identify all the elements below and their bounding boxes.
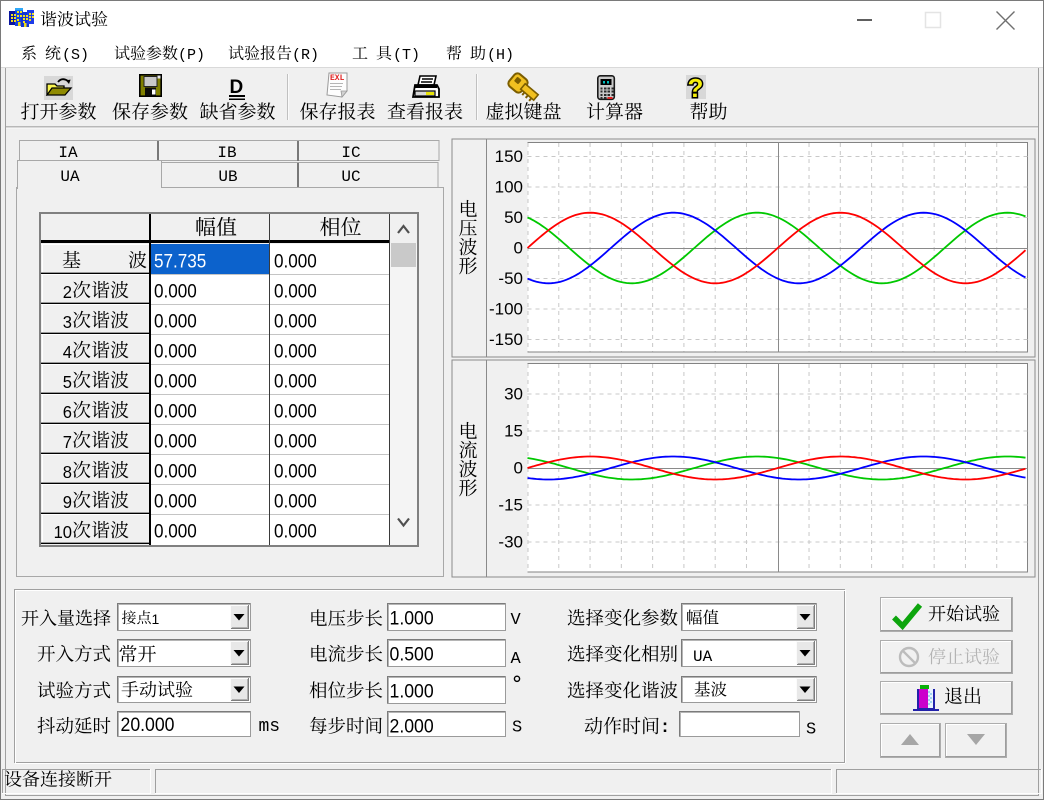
svg-text:7: 7 — [63, 431, 72, 452]
svg-text::: : — [662, 716, 668, 736]
svg-text:0.000: 0.000 — [154, 311, 197, 332]
svg-text:0: 0 — [514, 239, 523, 258]
svg-text:0.000: 0.000 — [154, 371, 197, 392]
svg-text:UB: UB — [218, 168, 237, 186]
svg-text:8: 8 — [63, 461, 72, 482]
svg-text:20.000: 20.000 — [121, 713, 175, 735]
svg-text:0.000: 0.000 — [154, 341, 197, 362]
svg-text:IB: IB — [217, 144, 236, 162]
svg-text:4: 4 — [63, 341, 73, 362]
svg-text:-30: -30 — [498, 533, 523, 552]
svg-text:0.000: 0.000 — [154, 431, 197, 452]
svg-text:UA: UA — [693, 648, 713, 666]
svg-text:0.000: 0.000 — [274, 341, 317, 362]
svg-text:ms: ms — [259, 717, 281, 737]
svg-text:0.000: 0.000 — [274, 281, 317, 302]
svg-text:150: 150 — [495, 147, 523, 166]
svg-text:0.000: 0.000 — [274, 401, 317, 422]
svg-text:9: 9 — [63, 491, 72, 512]
svg-text:IA: IA — [58, 144, 78, 162]
svg-text:0.000: 0.000 — [154, 521, 197, 542]
svg-text:-15: -15 — [498, 496, 523, 515]
svg-text:0.000: 0.000 — [154, 461, 197, 482]
svg-text:10: 10 — [54, 521, 72, 542]
svg-text:30: 30 — [504, 385, 523, 404]
svg-text:1.000: 1.000 — [390, 607, 434, 629]
svg-text:(S): (S) — [62, 47, 89, 64]
svg-text:(T): (T) — [393, 47, 420, 64]
svg-text:0.000: 0.000 — [274, 251, 317, 272]
svg-text:(R): (R) — [292, 47, 319, 64]
svg-text:V: V — [511, 611, 522, 630]
svg-text:0.000: 0.000 — [274, 521, 317, 542]
svg-text:2: 2 — [63, 281, 72, 302]
svg-text:EXL: EXL — [330, 74, 345, 83]
svg-text:0.000: 0.000 — [154, 491, 197, 512]
svg-text:-100: -100 — [489, 300, 523, 319]
svg-text:A: A — [511, 650, 522, 669]
svg-text:0.000: 0.000 — [154, 401, 197, 422]
svg-text:0.000: 0.000 — [274, 461, 317, 482]
svg-text:0.500: 0.500 — [390, 643, 434, 665]
svg-text:50: 50 — [504, 208, 523, 227]
svg-text:-50: -50 — [498, 269, 523, 288]
svg-text:-150: -150 — [489, 330, 523, 349]
svg-text:1.000: 1.000 — [390, 680, 434, 702]
svg-text:3: 3 — [63, 311, 72, 332]
svg-text:2.000: 2.000 — [390, 715, 434, 737]
svg-text:0: 0 — [514, 459, 523, 478]
svg-text:0.000: 0.000 — [274, 311, 317, 332]
svg-text:UC: UC — [341, 168, 360, 186]
svg-text:57.735: 57.735 — [154, 251, 206, 272]
svg-text:0.000: 0.000 — [274, 371, 317, 392]
svg-text:(H): (H) — [487, 47, 514, 64]
svg-text:15: 15 — [504, 422, 523, 441]
svg-text:UA: UA — [60, 168, 80, 186]
svg-text:D: D — [230, 77, 244, 98]
svg-text:S: S — [512, 719, 522, 738]
svg-text:S: S — [806, 721, 816, 740]
svg-text:5: 5 — [63, 371, 72, 392]
svg-text:0.000: 0.000 — [274, 431, 317, 452]
svg-text:?: ? — [688, 73, 704, 103]
svg-text:6: 6 — [63, 401, 72, 422]
svg-text:1: 1 — [152, 611, 160, 627]
svg-text:0.000: 0.000 — [154, 281, 197, 302]
svg-text:IC: IC — [341, 144, 360, 162]
svg-text:(P): (P) — [178, 47, 205, 64]
svg-text:100: 100 — [495, 178, 523, 197]
svg-text:0.000: 0.000 — [274, 491, 317, 512]
